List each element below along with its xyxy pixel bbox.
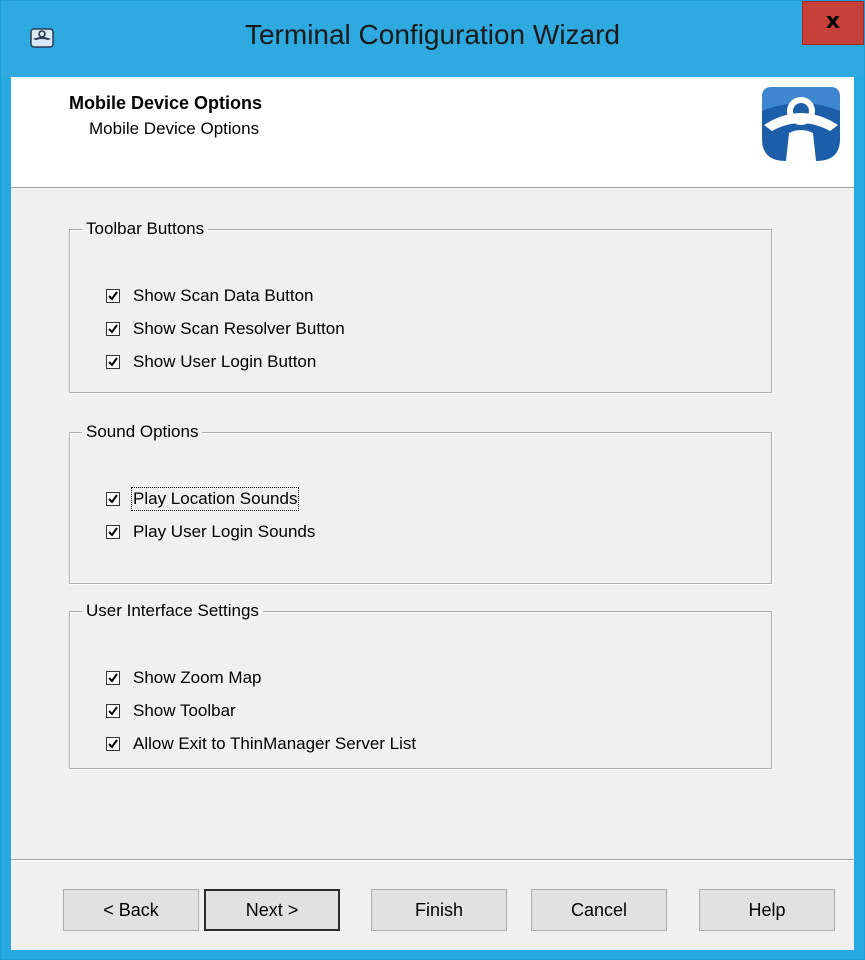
next-button[interactable]: Next > bbox=[204, 889, 340, 931]
user-interface-settings-group: User Interface Settings Show Zoom Map Sh… bbox=[69, 601, 772, 769]
window-title: Terminal Configuration Wizard bbox=[244, 19, 621, 50]
checkmark-icon bbox=[108, 494, 118, 504]
checkmark-icon bbox=[108, 706, 118, 716]
checkmark-icon bbox=[108, 357, 118, 367]
checkbox-label[interactable]: Play Location Sounds bbox=[130, 487, 300, 511]
checkbox-label[interactable]: Show Scan Resolver Button bbox=[133, 319, 345, 339]
checkmark-icon bbox=[108, 291, 118, 301]
checkbox-box[interactable] bbox=[106, 704, 120, 718]
checkbox-label[interactable]: Show Scan Data Button bbox=[133, 286, 314, 306]
show-scan-data-checkbox[interactable]: Show Scan Data Button bbox=[106, 283, 314, 309]
close-icon: x bbox=[825, 9, 841, 34]
show-scan-resolver-checkbox[interactable]: Show Scan Resolver Button bbox=[106, 316, 345, 342]
toolbar-buttons-legend: Toolbar Buttons bbox=[86, 219, 205, 238]
play-user-login-sounds-checkbox[interactable]: Play User Login Sounds bbox=[106, 519, 315, 545]
checkmark-icon bbox=[108, 739, 118, 749]
back-button[interactable]: < Back bbox=[63, 889, 199, 931]
allow-exit-server-list-checkbox[interactable]: Allow Exit to ThinManager Server List bbox=[106, 731, 416, 757]
checkbox-box[interactable] bbox=[106, 492, 120, 506]
checkbox-label[interactable]: Show Toolbar bbox=[133, 701, 236, 721]
checkmark-icon bbox=[108, 527, 118, 537]
show-user-login-checkbox[interactable]: Show User Login Button bbox=[106, 349, 316, 375]
close-button[interactable]: x bbox=[802, 1, 864, 45]
checkbox-label[interactable]: Show User Login Button bbox=[133, 352, 316, 372]
checkbox-box[interactable] bbox=[106, 289, 120, 303]
checkbox-box[interactable] bbox=[106, 355, 120, 369]
title-bar[interactable]: Terminal Configuration Wizard x bbox=[1, 1, 864, 77]
checkbox-box[interactable] bbox=[106, 671, 120, 685]
page-subtitle: Mobile Device Options bbox=[89, 119, 260, 138]
checkmark-icon bbox=[108, 673, 118, 683]
checkbox-label[interactable]: Play User Login Sounds bbox=[133, 522, 315, 542]
checkbox-label[interactable]: Allow Exit to ThinManager Server List bbox=[133, 734, 416, 754]
thinmanager-logo-icon bbox=[756, 81, 846, 163]
checkbox-box[interactable] bbox=[106, 525, 120, 539]
sound-options-group: Sound Options Play Location Sounds Play … bbox=[69, 422, 772, 584]
checkbox-box[interactable] bbox=[106, 322, 120, 336]
help-button[interactable]: Help bbox=[699, 889, 835, 931]
user-interface-settings-legend: User Interface Settings bbox=[86, 601, 259, 620]
checkbox-label[interactable]: Show Zoom Map bbox=[133, 668, 262, 688]
finish-button[interactable]: Finish bbox=[371, 889, 507, 931]
show-toolbar-checkbox[interactable]: Show Toolbar bbox=[106, 698, 236, 724]
wizard-client-area: Mobile Device Options Mobile Device Opti… bbox=[11, 77, 854, 950]
page-title: Mobile Device Options bbox=[69, 93, 263, 113]
checkbox-box[interactable] bbox=[106, 737, 120, 751]
show-zoom-map-checkbox[interactable]: Show Zoom Map bbox=[106, 665, 262, 691]
play-location-sounds-checkbox[interactable]: Play Location Sounds bbox=[106, 486, 300, 512]
wizard-window: Terminal Configuration Wizard x Mobile D… bbox=[0, 0, 865, 960]
cancel-button[interactable]: Cancel bbox=[531, 889, 667, 931]
checkmark-icon bbox=[108, 324, 118, 334]
toolbar-buttons-group: Toolbar Buttons Show Scan Data Button Sh… bbox=[69, 219, 772, 393]
wizard-header: Mobile Device Options Mobile Device Opti… bbox=[11, 77, 854, 188]
sound-options-legend: Sound Options bbox=[86, 422, 199, 441]
footer-divider bbox=[11, 859, 854, 861]
